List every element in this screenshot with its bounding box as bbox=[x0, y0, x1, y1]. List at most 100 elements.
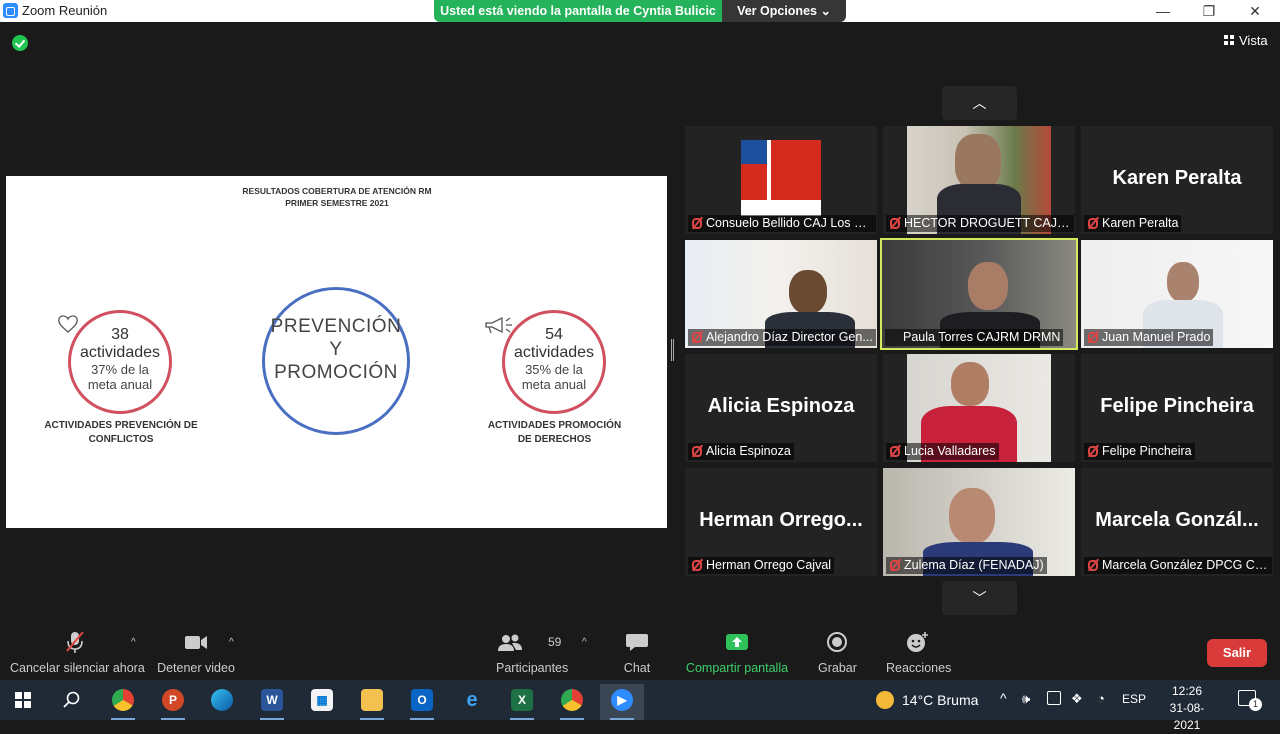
taskbar-excel[interactable]: X bbox=[500, 684, 544, 720]
participant-tile[interactable]: Herman Orrego... Herman Orrego Cajval bbox=[685, 468, 877, 576]
participant-tile[interactable]: Consuelo Bellido CAJ Los La... bbox=[685, 126, 877, 234]
taskbar-chrome-profile[interactable] bbox=[101, 684, 145, 720]
participant-name: Felipe Pincheira bbox=[1084, 443, 1195, 460]
participant-tile[interactable]: Zulema Díaz (FENADAJ) bbox=[883, 468, 1075, 576]
record-button[interactable]: Grabar bbox=[818, 629, 857, 677]
onedrive-icon[interactable] bbox=[1047, 691, 1061, 705]
taskbar-word[interactable]: W bbox=[250, 684, 294, 720]
participant-name: Alejandro Díaz Director Gen... bbox=[688, 329, 876, 346]
participant-display-name: Alicia Espinoza bbox=[707, 395, 855, 417]
muted-mic-icon bbox=[692, 446, 702, 457]
taskbar-zoom[interactable]: ▶ bbox=[600, 684, 644, 720]
notifications-icon[interactable]: 1 bbox=[1238, 690, 1262, 711]
reactions-button[interactable]: Reacciones bbox=[886, 629, 951, 677]
wifi-icon[interactable]: ◔ bbox=[1097, 691, 1105, 706]
share-screen-label: Compartir pantalla bbox=[685, 661, 789, 675]
excel-icon: X bbox=[511, 689, 533, 711]
splitter-handle[interactable] bbox=[671, 339, 674, 361]
speaker-icon[interactable]: 🕪 bbox=[1022, 691, 1030, 707]
participant-tile[interactable]: Juan Manuel Prado bbox=[1081, 240, 1273, 348]
participant-name: Consuelo Bellido CAJ Los La... bbox=[688, 215, 876, 232]
chat-label: Chat bbox=[623, 661, 651, 675]
participants-options-caret[interactable]: ^ bbox=[582, 637, 587, 648]
chat-button[interactable]: Chat bbox=[620, 629, 654, 677]
muted-microphone-icon bbox=[66, 631, 84, 653]
language-indicator[interactable]: ESP bbox=[1122, 692, 1146, 706]
participant-name: Paula Torres CAJRM DRMN bbox=[885, 329, 1064, 346]
participant-display-name: Marcela Gonzál... bbox=[1095, 509, 1259, 531]
taskbar-file-explorer[interactable] bbox=[350, 684, 394, 720]
center-line1: PREVENCIÓN bbox=[270, 316, 402, 337]
weather-widget[interactable]: 14°C Bruma bbox=[876, 691, 978, 709]
prevention-unit: actividades bbox=[79, 344, 161, 361]
participants-count: 59 bbox=[548, 635, 562, 649]
unmute-button[interactable]: Cancelar silenciar ahora bbox=[10, 629, 145, 677]
viewing-share-label: Usted está viendo la pantalla de Cyntia … bbox=[434, 0, 722, 22]
participant-tile[interactable]: Marcela Gonzál... Marcela González DPCG … bbox=[1081, 468, 1273, 576]
promotion-pct-line2: meta anual bbox=[521, 377, 587, 392]
maximize-button[interactable]: ❐ bbox=[1186, 0, 1232, 22]
clock-date: 31-08-2021 bbox=[1169, 701, 1205, 732]
prevention-pct-line2: meta anual bbox=[87, 377, 153, 392]
taskbar-powerpoint[interactable]: P bbox=[151, 684, 195, 720]
participant-display-name: Karen Peralta bbox=[1112, 167, 1242, 189]
participant-tile[interactable]: Karen Peralta Karen Peralta bbox=[1081, 126, 1273, 234]
view-options-button[interactable]: Ver Opciones ⌄ bbox=[722, 0, 846, 22]
participant-name: Karen Peralta bbox=[1084, 215, 1182, 232]
unmute-label: Cancelar silenciar ahora bbox=[10, 661, 145, 675]
security-shield-icon[interactable] bbox=[12, 35, 28, 51]
participant-tile[interactable]: HECTOR DROGUETT CAJME... bbox=[883, 126, 1075, 234]
taskbar-store[interactable]: ▦ bbox=[300, 684, 344, 720]
participant-name: Herman Orrego Cajval bbox=[688, 557, 835, 574]
promotion-stat-circle: 54 actividades 35% de la meta anual bbox=[502, 310, 606, 414]
participant-tile[interactable]: Alicia Espinoza Alicia Espinoza bbox=[685, 354, 877, 462]
slide-title-line1: RESULTADOS COBERTURA DE ATENCIÓN RM bbox=[242, 186, 432, 196]
participant-name: Lucia Valladares bbox=[886, 443, 999, 460]
minimize-button[interactable]: — bbox=[1140, 0, 1186, 22]
clock[interactable]: 12:26 31-08-2021 bbox=[1157, 683, 1217, 734]
organization-logo bbox=[741, 140, 821, 216]
gallery-down-button[interactable]: ﹀ bbox=[942, 581, 1017, 615]
muted-mic-icon bbox=[890, 446, 900, 457]
leave-meeting-button[interactable]: Salir bbox=[1207, 639, 1267, 667]
participants-label: Participantes bbox=[496, 661, 569, 675]
muted-mic-icon bbox=[890, 218, 900, 229]
audio-options-caret[interactable]: ^ bbox=[131, 637, 136, 648]
participant-tile-active-speaker[interactable]: Paula Torres CAJRM DRMN bbox=[880, 238, 1078, 350]
taskbar-chrome[interactable] bbox=[550, 684, 594, 720]
taskbar-edge[interactable] bbox=[200, 684, 244, 720]
screen-share-banner: Usted está viendo la pantalla de Cyntia … bbox=[434, 0, 846, 22]
promotion-pct-line1: 35% de la bbox=[525, 362, 583, 377]
slide-title-line2: PRIMER SEMESTRE 2021 bbox=[285, 198, 389, 208]
participant-tile[interactable]: Lucia Valladares bbox=[883, 354, 1075, 462]
participants-button[interactable]: 59 Participantes bbox=[496, 629, 568, 677]
participant-display-name: Herman Orrego... bbox=[699, 509, 863, 531]
record-label: Grabar bbox=[818, 661, 857, 675]
view-button[interactable]: Vista bbox=[1224, 33, 1268, 48]
prevention-stat-circle: 38 actividades 37% de la meta anual bbox=[68, 310, 172, 414]
taskbar-outlook[interactable]: O bbox=[400, 684, 444, 720]
participant-tile[interactable]: Felipe Pincheira Felipe Pincheira bbox=[1081, 354, 1273, 462]
search-icon[interactable] bbox=[63, 691, 81, 709]
video-options-caret[interactable]: ^ bbox=[229, 637, 234, 648]
close-button[interactable]: ✕ bbox=[1232, 0, 1278, 22]
share-screen-button[interactable]: Compartir pantalla bbox=[685, 629, 789, 677]
promotion-unit: actividades bbox=[513, 344, 595, 361]
gallery-up-button[interactable]: ︿ bbox=[942, 86, 1017, 120]
taskbar-internet-explorer[interactable]: e bbox=[450, 684, 494, 720]
word-icon: W bbox=[261, 689, 283, 711]
windows-start-icon[interactable] bbox=[15, 692, 31, 708]
view-label: Vista bbox=[1239, 33, 1268, 48]
show-hidden-icons-button[interactable]: ^ bbox=[1000, 690, 1007, 706]
center-line2: Y bbox=[329, 339, 343, 360]
folder-icon bbox=[361, 689, 383, 711]
chrome-icon bbox=[561, 689, 583, 711]
dropbox-icon[interactable]: ❖ bbox=[1071, 691, 1083, 707]
muted-mic-icon bbox=[1088, 446, 1098, 457]
muted-mic-icon bbox=[890, 560, 900, 571]
muted-mic-icon bbox=[1088, 218, 1098, 229]
participant-tile[interactable]: Alejandro Díaz Director Gen... bbox=[685, 240, 877, 348]
shared-screen: RESULTADOS COBERTURA DE ATENCIÓN RM PRIM… bbox=[6, 176, 667, 528]
stop-video-button[interactable]: Detener video bbox=[156, 629, 236, 677]
slide-title: RESULTADOS COBERTURA DE ATENCIÓN RM PRIM… bbox=[206, 185, 468, 209]
